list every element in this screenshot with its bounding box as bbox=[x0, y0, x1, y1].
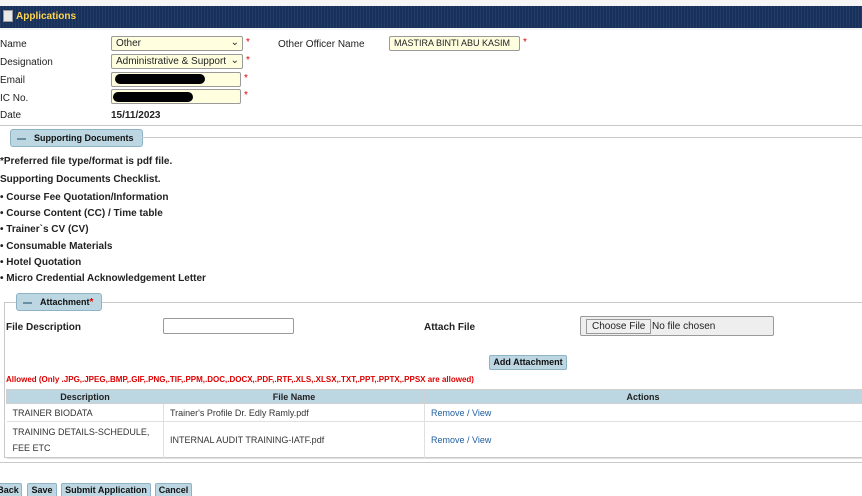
minus-icon bbox=[17, 137, 26, 140]
save-button[interactable]: Save bbox=[27, 483, 57, 496]
document-icon bbox=[3, 10, 13, 22]
submit-application-button[interactable]: Submit Application bbox=[61, 483, 151, 496]
checklist-title: Supporting Documents Checklist. bbox=[0, 174, 161, 185]
remove-link[interactable]: Remove bbox=[431, 435, 465, 445]
designation-select[interactable]: Administrative & Support ⌄ bbox=[111, 54, 243, 69]
date-label: Date bbox=[0, 110, 22, 121]
allowed-file-types: Allowed (Only .JPG,.JPEG,.BMP,.GIF,.PNG,… bbox=[6, 375, 474, 384]
required-mark: * bbox=[246, 37, 250, 48]
table-header-row: Description File Name Actions bbox=[6, 389, 862, 404]
chevron-down-icon: ⌄ bbox=[230, 37, 239, 48]
designation-label: Designation bbox=[0, 57, 53, 68]
title-bar bbox=[0, 6, 862, 28]
view-link[interactable]: View bbox=[472, 435, 491, 445]
row-actions: Remove / View bbox=[424, 421, 862, 459]
action-separator: / bbox=[464, 407, 473, 418]
add-attachment-button[interactable]: Add Attachment bbox=[489, 355, 567, 370]
row-description: TRAINING DETAILS-SCHEDULE, FEE ETC bbox=[6, 421, 164, 459]
attach-file-label: Attach File bbox=[424, 322, 476, 333]
chevron-down-icon: ⌄ bbox=[228, 55, 239, 66]
name-select[interactable]: Other ⌄ bbox=[111, 36, 243, 51]
table-row: TRAINING DETAILS-SCHEDULE, FEE ETC INTER… bbox=[6, 421, 862, 459]
other-officer-input[interactable]: MASTIRA BINTI ABU KASIM bbox=[389, 36, 520, 51]
required-mark: * bbox=[246, 55, 250, 66]
remove-link[interactable]: Remove bbox=[431, 408, 465, 418]
name-label: Name bbox=[0, 39, 27, 50]
view-link[interactable]: View bbox=[472, 408, 491, 418]
other-officer-label: Other Officer Name bbox=[278, 39, 365, 50]
designation-select-value: Administrative & Support bbox=[116, 56, 227, 67]
cancel-button[interactable]: Cancel bbox=[155, 483, 192, 496]
checklist-item: • Micro Credential Acknowledgement Lette… bbox=[0, 273, 206, 284]
choose-file-button[interactable]: Choose File bbox=[586, 319, 652, 334]
table-row: TRAINER BIODATA Trainer's Profile Dr. Ed… bbox=[6, 403, 862, 422]
date-value: 15/11/2023 bbox=[111, 110, 161, 121]
column-header: File Name bbox=[163, 389, 425, 404]
attachment-toggle[interactable]: Attachment* bbox=[16, 293, 103, 311]
column-header: Description bbox=[6, 389, 164, 404]
file-description-label: File Description bbox=[6, 322, 82, 333]
page-title: Applications bbox=[16, 11, 77, 22]
required-mark: * bbox=[244, 73, 248, 84]
divider bbox=[0, 462, 862, 463]
no-file-text: No file chosen bbox=[652, 321, 716, 332]
back-button[interactable]: Back bbox=[0, 483, 22, 496]
column-header: Actions bbox=[424, 389, 862, 404]
attachment-title: Attachment bbox=[40, 297, 90, 307]
required-mark: * bbox=[244, 90, 248, 101]
redaction-bar bbox=[113, 92, 193, 102]
file-description-input[interactable] bbox=[163, 318, 294, 334]
checklist-item: • Course Fee Quotation/Information bbox=[0, 192, 169, 203]
row-description: TRAINER BIODATA bbox=[6, 403, 164, 422]
name-select-value: Other bbox=[116, 38, 142, 49]
file-type-note: *Preferred file type/format is pdf file. bbox=[0, 156, 173, 167]
email-label: Email bbox=[0, 75, 26, 86]
action-separator: / bbox=[464, 435, 473, 445]
checklist-item: • Course Content (CC) / Time table bbox=[0, 208, 163, 219]
attachment-table: Description File Name Actions TRAINER BI… bbox=[6, 389, 862, 459]
checklist-item: • Trainer`s CV (CV) bbox=[0, 224, 89, 235]
supporting-documents-title: Supporting Documents bbox=[34, 133, 134, 143]
checklist-item: • Consumable Materials bbox=[0, 241, 113, 252]
required-mark: * bbox=[89, 297, 94, 308]
row-actions: Remove / View bbox=[424, 403, 862, 422]
supporting-documents-toggle[interactable]: Supporting Documents bbox=[10, 129, 143, 147]
row-file-name: INTERNAL AUDIT TRAINING-IATF.pdf bbox=[163, 421, 425, 459]
minus-icon bbox=[23, 301, 32, 304]
ic-label: IC No. bbox=[0, 93, 29, 104]
redaction-bar bbox=[115, 74, 205, 84]
divider bbox=[0, 125, 862, 126]
divider bbox=[142, 137, 862, 138]
row-file-name: Trainer's Profile Dr. Edly Ramly.pdf bbox=[163, 403, 425, 422]
required-mark: * bbox=[523, 37, 527, 48]
checklist-item: • Hotel Quotation bbox=[0, 257, 82, 268]
